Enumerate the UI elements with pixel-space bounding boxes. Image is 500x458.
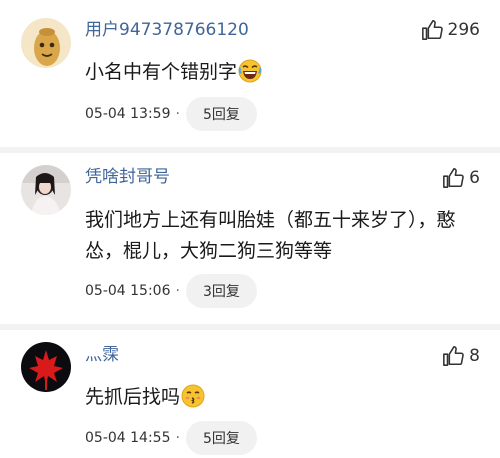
avatar-maple-leaf-icon xyxy=(21,342,71,392)
like-count: 8 xyxy=(469,346,480,366)
reply-count-button[interactable]: 5回复 xyxy=(185,97,257,131)
comment-text: 我们地方上还有叫胎娃（都五十来岁了），憨怂，棍儿，大狗二狗三狗等等 xyxy=(85,209,456,262)
reply-count-button[interactable]: 3回复 xyxy=(185,274,257,308)
thumbs-up-icon xyxy=(443,168,464,188)
like-button[interactable]: 8 xyxy=(442,343,480,369)
avatar-photo-icon xyxy=(21,165,71,215)
user-avatar[interactable] xyxy=(21,165,71,215)
rolling-on-floor-laughing-emoji xyxy=(238,59,262,93)
comment-meta: 05-04 13:59 · 5回复 xyxy=(85,97,257,131)
user-avatar[interactable] xyxy=(21,18,71,68)
kissing-face-icon xyxy=(181,384,205,408)
comment-text: 先抓后找吗 xyxy=(85,386,181,408)
meta-separator: · xyxy=(175,106,180,122)
thumbs-up-icon xyxy=(421,20,443,40)
username[interactable]: 用户947378766120 xyxy=(85,20,249,40)
like-count: 296 xyxy=(447,20,480,40)
username[interactable]: 灬霂 xyxy=(85,345,119,365)
comment-meta: 05-04 14:55 · 5回复 xyxy=(85,421,257,455)
comment-text-block: 先抓后找吗 xyxy=(85,382,480,418)
laughing-face-icon xyxy=(238,59,262,83)
meta-separator: · xyxy=(175,283,180,299)
comment-item: 灬霂 8 先抓后找吗 05-04 14:55 · 5回复 xyxy=(0,330,500,458)
comment-item: 凭啥封哥号 6 我们地方上还有叫胎娃（都五十来岁了），憨怂，棍儿，大狗二狗三狗等… xyxy=(0,153,500,330)
comment-text: 小名中有个错别字 xyxy=(85,61,238,83)
username[interactable]: 凭啥封哥号 xyxy=(85,167,170,187)
meta-separator: · xyxy=(175,430,180,446)
reply-count-button[interactable]: 5回复 xyxy=(185,421,257,455)
like-button[interactable]: 6 xyxy=(442,165,480,191)
comment-text-block: 小名中有个错别字 xyxy=(85,57,480,93)
like-button[interactable]: 296 xyxy=(421,17,480,43)
comment-time: 05-04 14:55 xyxy=(85,430,171,446)
comment-item: 用户947378766120 296 小名中有个错别字 05-04 13:59 … xyxy=(0,0,500,152)
thumbs-up-icon xyxy=(443,346,464,366)
user-avatar[interactable] xyxy=(21,342,71,392)
kissing-face-emoji xyxy=(181,384,205,418)
like-count: 6 xyxy=(469,168,480,188)
comment-time: 05-04 13:59 xyxy=(85,106,171,122)
comment-meta: 05-04 15:06 · 3回复 xyxy=(85,274,257,308)
avatar-cartoon-icon xyxy=(21,18,71,68)
comment-time: 05-04 15:06 xyxy=(85,283,171,299)
